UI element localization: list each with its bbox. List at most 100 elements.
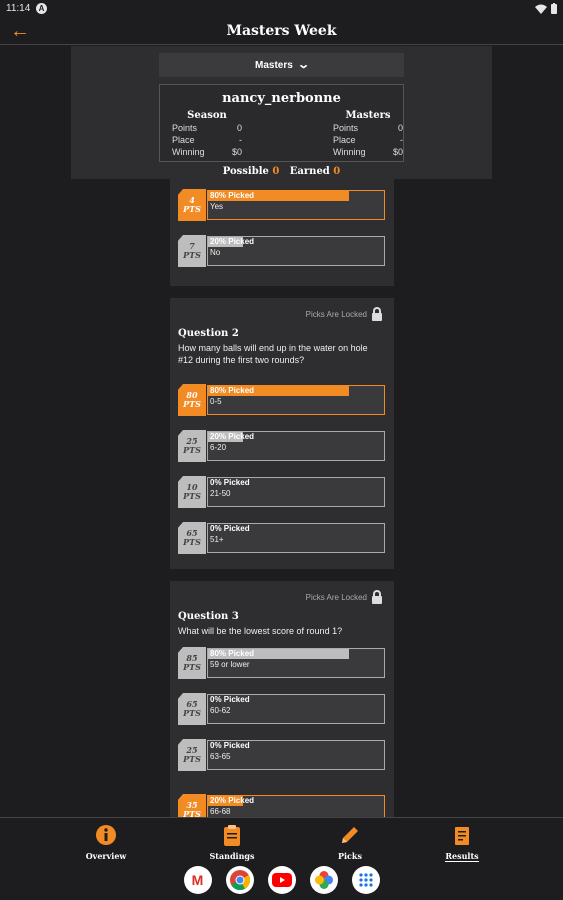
pick-bar: 0% Picked 21-50	[207, 477, 385, 507]
answer-text: 59 or lower	[210, 660, 250, 669]
stat-row: Place -	[333, 134, 403, 146]
question-title: Question 2	[178, 328, 239, 339]
pick-percent: 80% Picked	[210, 649, 255, 658]
pick-percent: 0% Picked	[210, 478, 250, 487]
answer-text: 0-5	[210, 397, 222, 406]
answer-text: 6-20	[210, 443, 227, 452]
pick-bar: 0% Picked 63-65	[207, 740, 385, 770]
points-unit: PTS	[183, 250, 201, 260]
answer-option[interactable]: 80 PTS 80% Picked 0-5	[178, 384, 386, 416]
nav-label: Standings	[209, 851, 255, 861]
nav-label: Results	[445, 851, 479, 862]
lock-icon	[372, 590, 382, 604]
locked-label: Picks Are Locked	[305, 309, 367, 319]
photos-icon[interactable]	[309, 866, 338, 894]
points-badge: 65 PTS	[178, 693, 206, 725]
points-unit: PTS	[183, 754, 201, 764]
pick-bar: 80% Picked 0-5	[207, 385, 385, 415]
stat-value: -	[400, 135, 403, 145]
system-dock: M	[0, 866, 563, 894]
masters-stats: Masters Points 0 Place - Winning $0	[333, 110, 403, 158]
locked-label: Picks Are Locked	[305, 592, 367, 602]
stat-label: Place	[333, 135, 356, 145]
system-icons	[535, 3, 557, 14]
answer-option[interactable]: 35 PTS 20% Picked 66-68	[178, 794, 386, 817]
points-badge: 80 PTS	[178, 384, 206, 416]
nav-picks[interactable]: Picks	[315, 824, 385, 864]
username: nancy_nerbonne	[222, 91, 341, 106]
answer-text: 51+	[210, 535, 224, 544]
answer-option[interactable]: 25 PTS 20% Picked 6-20	[178, 430, 386, 462]
stat-value: 0	[236, 123, 242, 133]
pick-percent: 20% Picked	[210, 432, 255, 441]
answer-text: 60-62	[210, 706, 231, 715]
points-unit: PTS	[183, 809, 201, 818]
questions-list[interactable]: 4 PTS 80% Picked Yes 7 PTS 20% Picked No Pic…	[0, 179, 563, 817]
possible-label: Possible	[222, 166, 269, 177]
answer-option[interactable]: 65 PTS 0% Picked 51+	[178, 522, 386, 554]
points-badge: 10 PTS	[178, 476, 206, 508]
nav-standings[interactable]: Standings	[197, 824, 267, 864]
question-title: Question 3	[178, 611, 239, 622]
points-unit: PTS	[183, 708, 201, 718]
masters-heading: Masters	[345, 110, 391, 121]
question-card: Picks Are Locked Question 3 What will be…	[170, 581, 394, 817]
possible-value: 0	[272, 166, 280, 177]
stat-row: Points 0	[333, 122, 403, 134]
pick-bar: 80% Picked Yes	[207, 190, 385, 220]
pencil-icon	[315, 824, 385, 846]
apps-grid-icon[interactable]	[351, 866, 380, 894]
info-icon	[71, 824, 141, 846]
answer-text: 21-50	[210, 489, 231, 498]
pick-percent: 80% Picked	[210, 191, 255, 200]
stat-label: Winning	[172, 147, 205, 157]
answer-option[interactable]: 10 PTS 0% Picked 21-50	[178, 476, 386, 508]
pick-percent: 20% Picked	[210, 796, 255, 805]
stat-row: Winning $0	[172, 146, 242, 158]
user-summary-card: nancy_nerbonne Season Points 0 Place - Win…	[159, 84, 404, 162]
stat-row: Points 0	[172, 122, 242, 134]
pick-percent: 80% Picked	[210, 386, 255, 395]
points-summary: Possible 0 Earned 0	[71, 166, 492, 177]
answer-option[interactable]: 85 PTS 80% Picked 59 or lower	[178, 647, 386, 679]
pick-percent: 20% Picked	[210, 237, 255, 246]
earned-label: Earned	[289, 166, 330, 177]
answer-option[interactable]: 65 PTS 0% Picked 60-62	[178, 693, 386, 725]
pick-percent: 0% Picked	[210, 741, 250, 750]
gmail-icon[interactable]: M	[183, 866, 212, 894]
nav-overview[interactable]: Overview	[71, 824, 141, 864]
question-text: What will be the lowest score of round 1…	[178, 626, 343, 636]
results-icon	[427, 824, 497, 846]
stat-label: Place	[172, 135, 195, 145]
lock-icon	[372, 307, 382, 321]
answer-text: 66-68	[210, 807, 231, 816]
battery-icon	[551, 3, 557, 14]
answer-option[interactable]: 25 PTS 0% Picked 63-65	[178, 739, 386, 771]
youtube-icon[interactable]	[267, 866, 296, 894]
event-dropdown[interactable]: Masters ⌄	[159, 53, 404, 77]
season-heading: Season	[187, 110, 227, 121]
answer-option[interactable]: 4 PTS 80% Picked Yes	[178, 189, 386, 221]
status-bar: 11:14 A	[0, 0, 563, 18]
stat-label: Winning	[333, 147, 366, 157]
nav-results[interactable]: Results	[427, 824, 497, 864]
points-unit: PTS	[183, 399, 201, 409]
pick-bar: 20% Picked 6-20	[207, 431, 385, 461]
points-badge: 7 PTS	[178, 235, 206, 267]
points-badge: 25 PTS	[178, 739, 206, 771]
stat-label: Points	[172, 123, 198, 133]
header-panel: Masters ⌄ nancy_nerbonne Season Points 0 P…	[71, 46, 492, 179]
answer-option[interactable]: 7 PTS 20% Picked No	[178, 235, 386, 267]
chrome-icon[interactable]	[225, 866, 254, 894]
answer-text: 63-65	[210, 752, 231, 761]
points-unit: PTS	[183, 204, 201, 214]
gmail-glyph: M	[191, 872, 204, 888]
stat-value: -	[239, 135, 242, 145]
clipboard-icon	[197, 824, 267, 846]
stat-row: Place -	[172, 134, 242, 146]
bottom-nav: Overview Standings Picks Results M	[0, 817, 563, 900]
stat-value: 0	[397, 123, 403, 133]
dropdown-label: Masters	[254, 60, 293, 71]
points-unit: PTS	[183, 662, 201, 672]
season-stats: Season Points 0 Place - Winning $0	[172, 110, 242, 158]
